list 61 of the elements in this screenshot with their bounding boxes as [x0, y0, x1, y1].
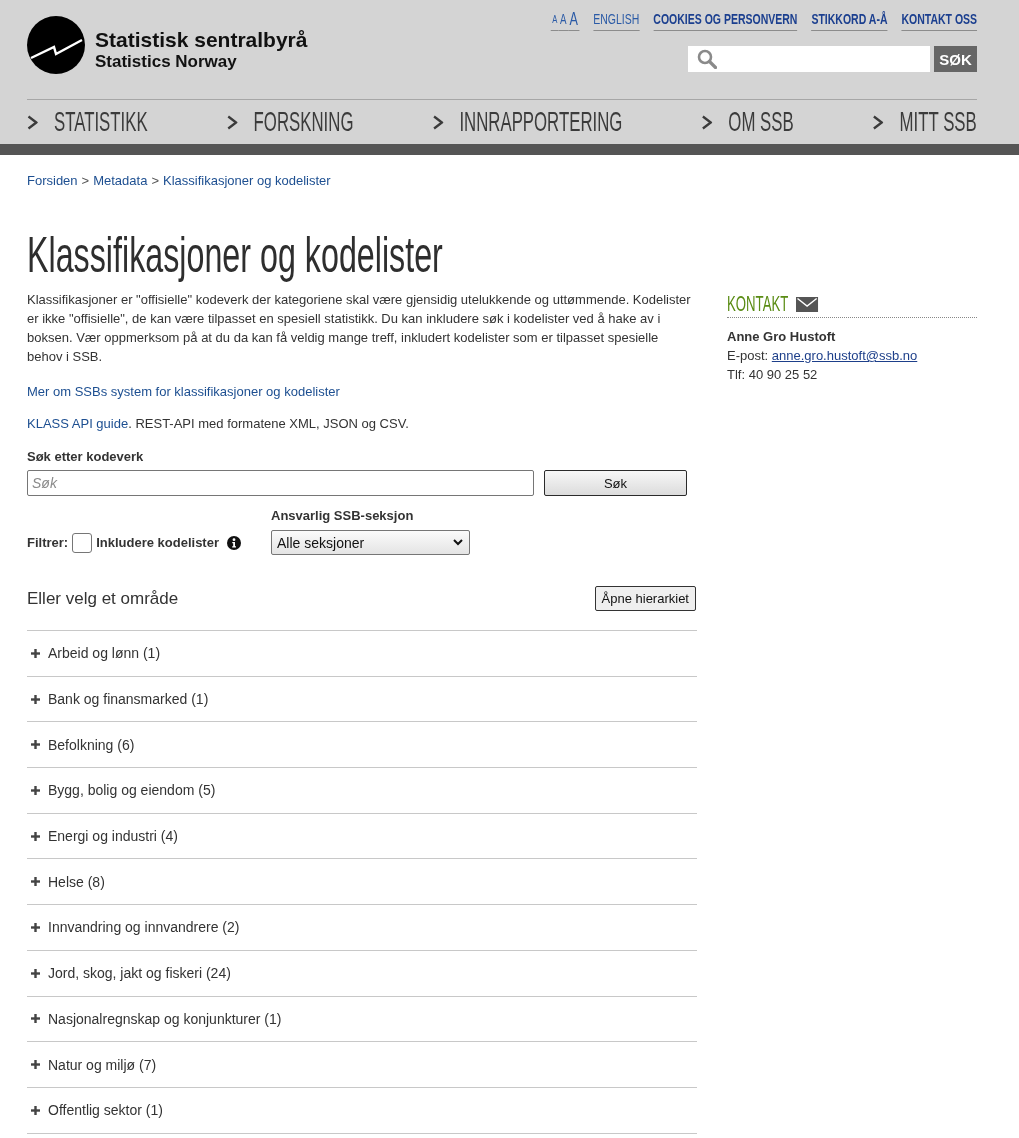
- contact-name: Anne Gro Hustoft: [727, 328, 837, 346]
- top-link[interactable]: KONTAKT OSS: [901, 10, 977, 31]
- area-item[interactable]: Offentlig sektor (1): [27, 1087, 697, 1134]
- chevron-down-icon: [453, 539, 463, 546]
- logo-icon: [27, 16, 85, 74]
- checkbox[interactable]: [72, 532, 93, 553]
- section-heading: Eller velg et område: [27, 587, 179, 610]
- page-title: Klassifikasjoner og kodelister: [27, 227, 443, 283]
- search-label: Søk etter kodeverk: [27, 448, 145, 466]
- select-label: Ansvarlig SSB-seksjon: [271, 507, 415, 525]
- nav-link[interactable]: STATISTIKK: [27, 105, 148, 139]
- area-item[interactable]: Arbeid og lønn (1): [27, 631, 697, 677]
- email-link[interactable]: anne.gro.hustoft@ssb.no: [771, 348, 918, 363]
- text-size-link[interactable]: A: [550, 10, 559, 31]
- chevron-right-icon: [432, 114, 444, 130]
- top-link[interactable]: STIKKORD A-Å: [811, 10, 888, 31]
- breadcrumb-link[interactable]: Metadata: [93, 173, 148, 188]
- section-select[interactable]: Alle seksjoner: [271, 530, 470, 555]
- area-item[interactable]: Innvandring og innvandrere (2): [27, 905, 697, 951]
- checkbox-label[interactable]: Inkludere kodelister: [96, 535, 219, 550]
- api-description: KLASS API guide. REST-API med formatene XML, JSON og CSV.: [27, 415, 410, 433]
- text-size-link[interactable]: A: [558, 10, 568, 31]
- breadcrumb-separator: >: [81, 173, 90, 188]
- area-item[interactable]: Helse (8): [27, 859, 697, 906]
- filter-label: Filtrer:: [27, 535, 69, 550]
- top-link[interactable]: COOKIES OG PERSONVERN: [653, 10, 798, 31]
- logo-title: Statistisk sentralbyrå: [95, 28, 308, 52]
- nav-link[interactable]: INNRAPPORTERING: [432, 105, 623, 139]
- search-button[interactable]: SØK: [934, 46, 977, 72]
- search-icon: [697, 49, 717, 69]
- area-item[interactable]: Jord, skog, jakt og fiskeri (24): [27, 950, 697, 997]
- breadcrumb-separator: >: [151, 173, 159, 188]
- phone-line: Tlf: 40 90 25 52: [727, 366, 819, 384]
- search-input[interactable]: Søk: [27, 470, 534, 496]
- top-link[interactable]: ENGLISH: [593, 10, 640, 31]
- nav-link[interactable]: MITT SSB: [872, 105, 977, 139]
- chevron-right-icon: [226, 114, 238, 130]
- intro-paragraph: Klassifikasjoner er "offisielle" kodeverk der kategoriene skal være gjensidig utelukkende og uttømmende. Kodelister er ikke "offisielle", de kan være tilpasset en spesiell statistikk. Du kan inkludere søk i kodelister ved å hake av i boksen. Vær oppmerksom på at du da kan få veldig mange treff, inkludert kodelister som er tilpasset spesielle behov i SSB.: [27, 291, 692, 366]
- nav-link[interactable]: FORSKNING: [226, 105, 354, 139]
- area-item[interactable]: Befolkning (6): [27, 722, 697, 769]
- envelope-icon[interactable]: [796, 296, 819, 312]
- logo-subtitle: Statistics Norway: [95, 52, 238, 72]
- area-item[interactable]: Bygg, bolig og eiendom (5): [27, 768, 697, 814]
- open-hierarchy-button[interactable]: Åpne hierarkiet: [594, 586, 696, 611]
- text-size-link[interactable]: A: [567, 10, 580, 31]
- chevron-right-icon: [872, 114, 884, 130]
- breadcrumb-link[interactable]: Forsiden: [27, 173, 78, 188]
- chevron-right-icon: [701, 114, 713, 130]
- breadcrumb-link[interactable]: Klassifikasjoner og kodelister: [162, 173, 331, 188]
- search-submit-button[interactable]: Søk: [544, 470, 687, 496]
- email-line: E-post: anne.gro.hustoft@ssb.no: [727, 347, 919, 365]
- nav-link[interactable]: OM SSB: [701, 105, 794, 139]
- contact-heading: KONTAKT: [727, 293, 789, 315]
- area-item[interactable]: Nasjonalregnskap og konjunkturer (1): [27, 996, 697, 1043]
- area-item[interactable]: Bank og finansmarked (1): [27, 676, 697, 723]
- area-item[interactable]: Energi og industri (4): [27, 813, 697, 860]
- chevron-right-icon: [27, 114, 38, 130]
- search-field[interactable]: [688, 46, 930, 72]
- more-info-link[interactable]: Mer om SSBs system for klassifikasjoner og kodelister: [27, 384, 340, 399]
- info-icon[interactable]: [227, 535, 241, 550]
- area-item[interactable]: Natur og miljø (7): [27, 1042, 697, 1088]
